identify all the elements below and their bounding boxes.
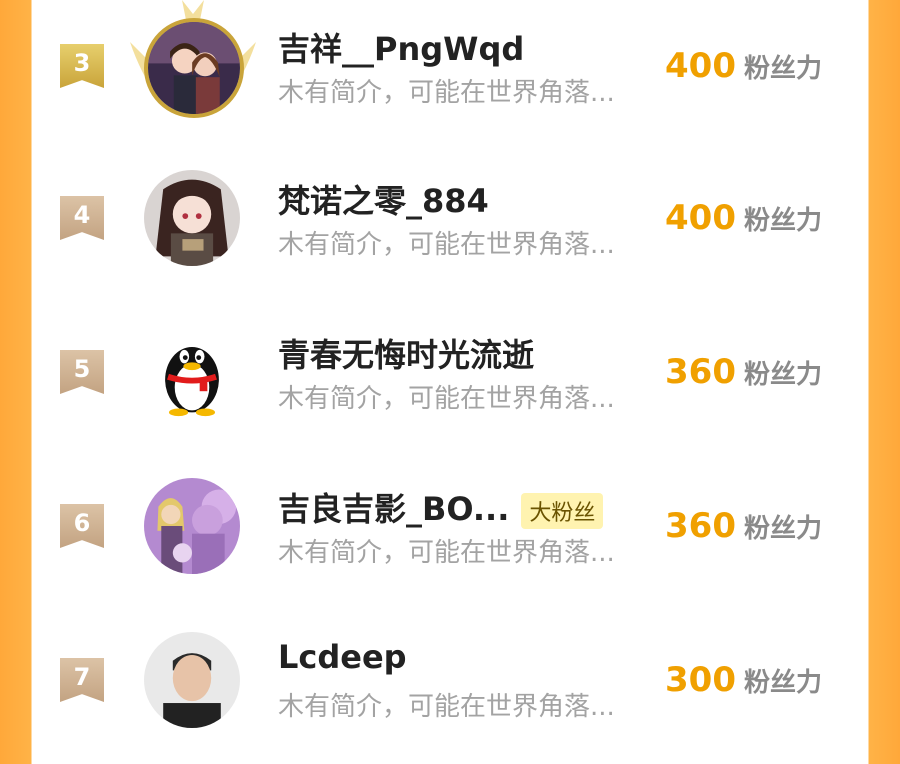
user-bio: 木有简介，可能在世界角落...	[278, 230, 615, 260]
fan-power-value: 300	[665, 660, 736, 700]
user-name[interactable]: 吉祥__PngWqd	[278, 24, 524, 70]
fan-power: 400 粉丝力	[665, 46, 822, 86]
user-name[interactable]: Lcdeep	[278, 638, 407, 676]
fan-power-unit: 粉丝力	[743, 54, 822, 84]
man-portrait-avatar-icon	[144, 632, 240, 728]
rank-ribbon: 5	[60, 350, 104, 394]
list-item[interactable]: 6 吉良吉影_BO... 大粉丝 木有简介，可能在世界角落... 360 粉丝力	[32, 460, 868, 610]
rank-ribbon: 6	[60, 504, 104, 548]
user-bio: 木有简介，可能在世界角落...	[278, 78, 615, 108]
list-item[interactable]: 4 梵诺之零_884 木有简介，可能在世界角落... 400 粉丝力	[32, 152, 868, 302]
list-item[interactable]: 7 Lcdeep 木有简介，可能在世界角落... 300 粉丝力	[32, 614, 868, 764]
fan-power-unit: 粉丝力	[743, 360, 822, 390]
user-bio: 木有简介，可能在世界角落...	[278, 384, 615, 414]
fan-power-value: 360	[665, 352, 736, 392]
fan-power: 360 粉丝力	[665, 506, 822, 546]
rank-ribbon: 3	[60, 44, 104, 88]
avatar[interactable]	[144, 632, 240, 728]
user-name[interactable]: 青春无悔时光流逝	[278, 330, 534, 376]
avatar[interactable]	[144, 18, 244, 118]
fan-power-value: 400	[665, 198, 736, 238]
user-name[interactable]: 梵诺之零_884	[278, 176, 489, 222]
list-item[interactable]: 3 吉祥__PngWqd 木有简介，可能在世界角落... 400 粉丝力	[32, 0, 868, 150]
fan-power: 360 粉丝力	[665, 352, 822, 392]
user-name[interactable]: 吉良吉影_BO... 大粉丝	[278, 484, 604, 530]
fan-power-unit: 粉丝力	[743, 206, 822, 236]
fan-power: 400 粉丝力	[665, 198, 822, 238]
list-item[interactable]: 5 青春无悔时光流逝 木有简介，可能在世界角落... 360 粉丝力	[32, 306, 868, 456]
fan-power-unit: 粉丝力	[743, 668, 822, 698]
user-name-text[interactable]: 吉良吉影_BO...	[278, 490, 509, 528]
anime-girl-avatar-icon	[144, 170, 240, 266]
fan-power-value: 400	[665, 46, 736, 86]
fan-power-value: 360	[665, 506, 736, 546]
anime-couple-avatar-icon	[148, 22, 240, 114]
qq-penguin-avatar-icon	[144, 324, 240, 420]
user-bio: 木有简介，可能在世界角落...	[278, 692, 615, 722]
jojo-character-avatar-icon	[144, 478, 240, 574]
user-bio: 木有简介，可能在世界角落...	[278, 538, 615, 568]
fan-ranking-list: 3 吉祥__PngWqd 木有简介，可能在世界角落... 400 粉丝力 4 梵…	[32, 0, 868, 728]
fan-power: 300 粉丝力	[665, 660, 822, 700]
fan-power-unit: 粉丝力	[743, 514, 822, 544]
avatar[interactable]	[144, 478, 240, 574]
avatar[interactable]	[144, 324, 240, 420]
rank-ribbon: 7	[60, 658, 104, 702]
rank-ribbon: 4	[60, 196, 104, 240]
fan-level-badge: 大粉丝	[521, 493, 604, 529]
avatar[interactable]	[144, 170, 240, 266]
